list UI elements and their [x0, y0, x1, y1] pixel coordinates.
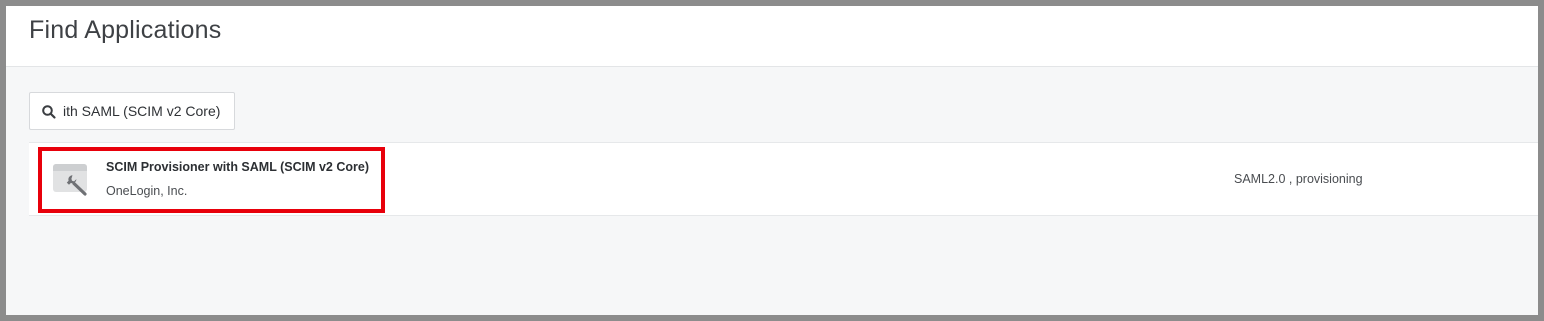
result-row[interactable]: SCIM Provisioner with SAML (SCIM v2 Core… [29, 143, 1538, 215]
wrench-app-icon [53, 164, 87, 196]
page-title: Find Applications [29, 16, 222, 44]
app-tags: SAML2.0 , provisioning [1234, 172, 1363, 186]
app-frame: Find Applications SCIM Provisioner with … [6, 6, 1538, 315]
search-box[interactable] [29, 92, 235, 130]
page-header: Find Applications [6, 6, 1538, 67]
app-name[interactable]: SCIM Provisioner with SAML (SCIM v2 Core… [106, 160, 369, 174]
app-vendor: OneLogin, Inc. [106, 184, 188, 198]
search-input[interactable] [63, 101, 231, 121]
results-list: SCIM Provisioner with SAML (SCIM v2 Core… [29, 142, 1538, 216]
search-icon [42, 105, 56, 119]
